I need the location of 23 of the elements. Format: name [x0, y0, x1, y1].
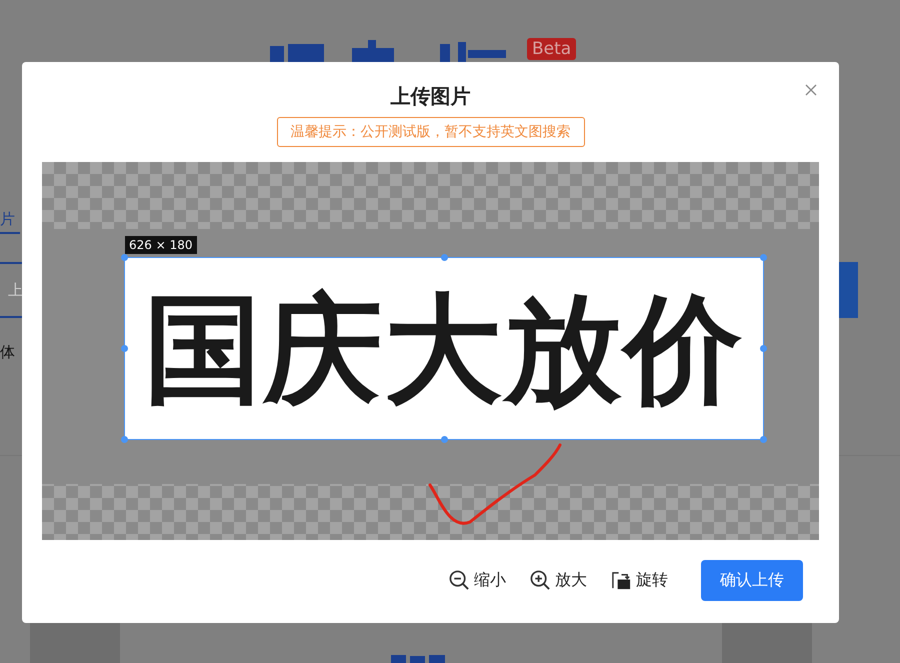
- resize-handle[interactable]: [760, 254, 767, 261]
- zoom-in-icon: [530, 570, 551, 591]
- search-button[interactable]: [838, 262, 858, 318]
- notice-banner: 温馨提示：公开测试版，暂不支持英文图搜索: [276, 117, 584, 147]
- hint-text: 体: [0, 343, 15, 362]
- resize-handle[interactable]: [441, 254, 448, 261]
- size-label: 626 × 180: [125, 236, 196, 254]
- resize-handle[interactable]: [760, 345, 767, 352]
- resize-handle[interactable]: [441, 436, 448, 443]
- zoom-in-button[interactable]: 放大: [530, 570, 587, 591]
- confirm-upload-button[interactable]: 确认上传: [701, 560, 803, 601]
- rotate-button[interactable]: 旋转: [611, 570, 668, 591]
- logo-drawing: [390, 654, 446, 663]
- zoom-out-icon: [449, 570, 470, 591]
- close-icon[interactable]: [805, 84, 817, 96]
- zoom-out-button[interactable]: 缩小: [449, 570, 506, 591]
- beta-badge: Beta: [527, 38, 576, 60]
- resize-handle[interactable]: [121, 254, 128, 261]
- resize-handle[interactable]: [121, 436, 128, 443]
- dialog-title: 上传图片: [390, 83, 470, 110]
- rotate-icon: [611, 570, 632, 591]
- resize-handle[interactable]: [760, 436, 767, 443]
- resize-handle[interactable]: [121, 345, 128, 352]
